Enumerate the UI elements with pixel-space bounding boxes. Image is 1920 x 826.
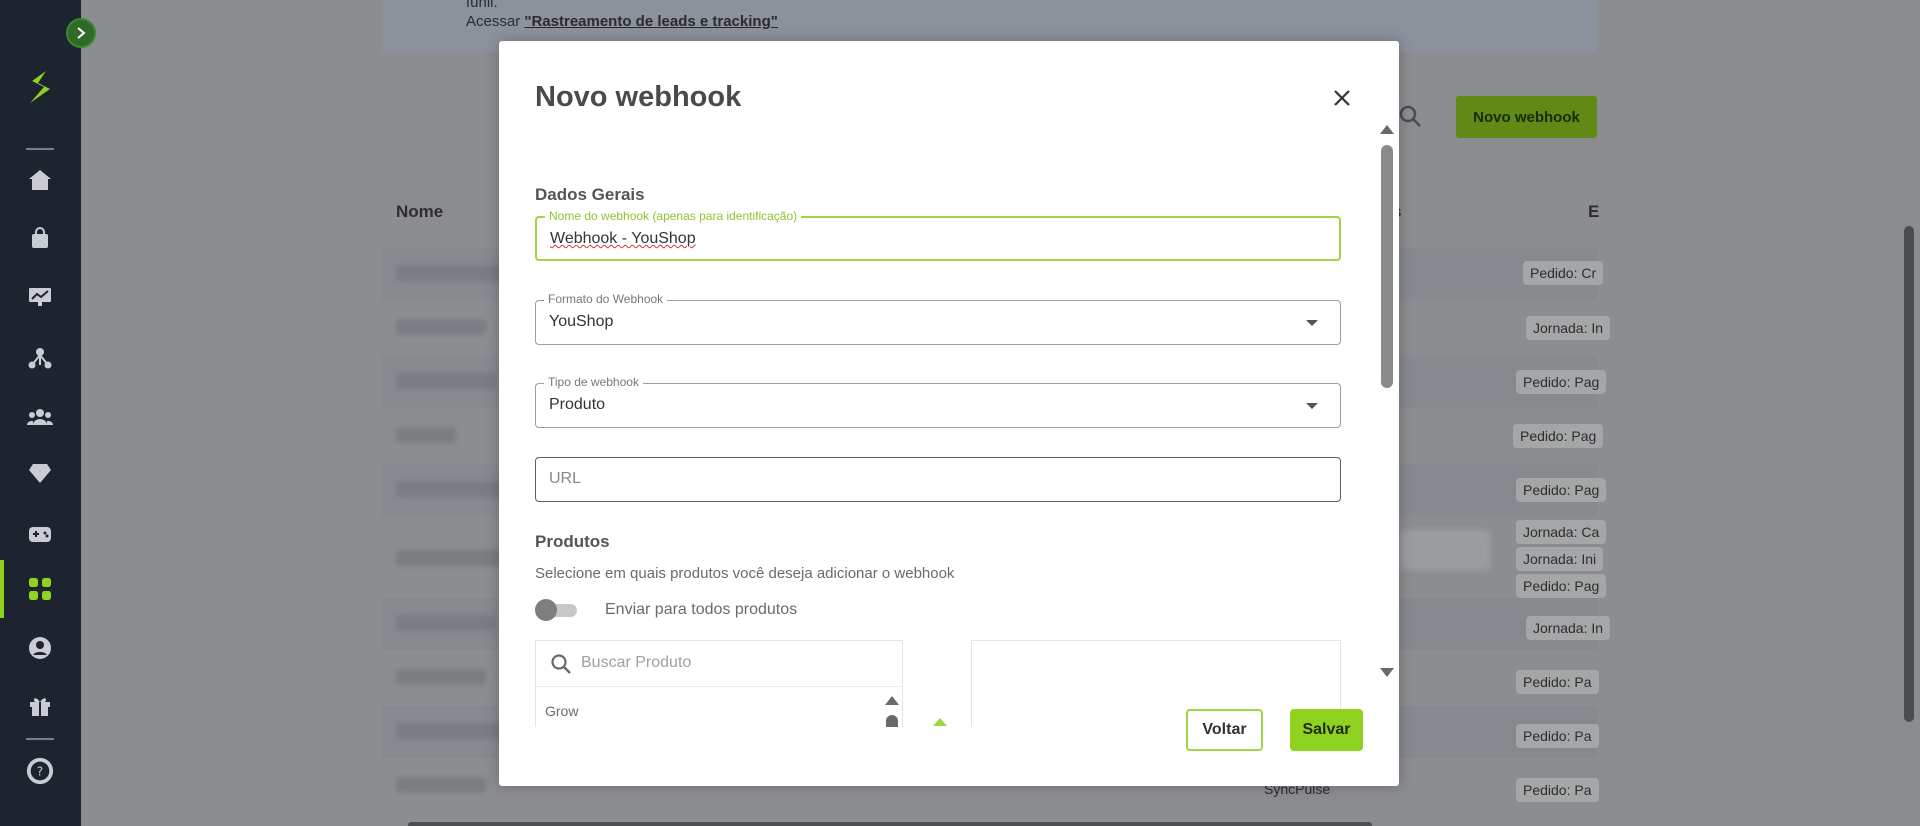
field-label: Nome do webhook (apenas para identificaç… — [545, 209, 802, 223]
scroll-up-icon[interactable] — [1380, 125, 1394, 134]
field-value: Produto — [549, 396, 606, 413]
gift-icon[interactable] — [26, 692, 54, 720]
status-tag: Pedido: Pa — [1516, 724, 1599, 748]
sidebar-divider — [26, 738, 54, 740]
save-button[interactable]: Salvar — [1290, 709, 1363, 751]
modal-scrollbar-thumb[interactable] — [1381, 145, 1393, 388]
network-icon[interactable] — [26, 344, 54, 372]
status-tag: Jornada: In — [1526, 316, 1611, 340]
list-item[interactable]: Grow — [545, 703, 578, 719]
webhook-name-field[interactable]: Nome do webhook (apenas para identificaç… — [535, 209, 1341, 261]
products-description: Selecione em quais produtos você deseja … — [535, 565, 955, 582]
status-tag: Jornada: Ini — [1516, 547, 1604, 571]
column-header-partial: E — [1588, 202, 1600, 221]
scroll-up-icon[interactable] — [885, 696, 899, 705]
status-tag: Pedido: Cr — [1523, 261, 1604, 285]
section-title-products: Produtos — [535, 532, 610, 551]
url-placeholder: URL — [549, 470, 582, 487]
selected-products-list — [971, 640, 1341, 727]
status-tag: Pedido: Pag — [1516, 370, 1607, 394]
svg-text:?: ? — [37, 765, 43, 779]
modal-form: Dados Gerais Nome do webhook (apenas par… — [535, 135, 1345, 727]
help-icon[interactable]: ? — [26, 757, 54, 785]
page-scrollbar-thumb[interactable] — [1904, 226, 1914, 722]
new-webhook-modal: Novo webhook Dados Gerais Nome do webhoo… — [499, 41, 1399, 786]
back-button[interactable]: Voltar — [1186, 709, 1263, 751]
search-placeholder: Buscar Produto — [581, 654, 692, 671]
page-scrollbar[interactable] — [1899, 0, 1920, 826]
shopping-bag-icon[interactable] — [26, 224, 54, 252]
status-tag: Jornada: Ca — [1516, 520, 1607, 544]
status-tag: Jornada: In — [1526, 616, 1611, 640]
status-tag: Pedido: Pag — [1513, 424, 1604, 448]
home-icon[interactable] — [26, 166, 54, 194]
modal-title: Novo webhook — [535, 81, 742, 113]
apps-grid-icon[interactable] — [26, 575, 54, 603]
column-header-name[interactable]: Nome — [396, 202, 443, 222]
users-icon[interactable] — [26, 403, 54, 431]
product-search-input[interactable]: Buscar Produto — [536, 641, 902, 687]
field-value[interactable]: Webhook - YouShop — [550, 230, 696, 248]
banner-link[interactable]: "Rastreamento de leads e tracking" — [524, 13, 777, 30]
status-tag: Pedido: Pag — [1516, 478, 1607, 502]
chevron-down-icon[interactable] — [1306, 403, 1318, 409]
horizontal-scrollbar[interactable] — [408, 822, 1372, 826]
brand-logo-icon[interactable] — [24, 70, 56, 104]
sidebar: ? — [0, 0, 81, 826]
status-tag: Pedido: Pa — [1516, 778, 1599, 802]
webhook-format-select[interactable]: Formato do Webhook YouShop — [535, 292, 1341, 345]
new-webhook-button[interactable]: Novo webhook — [1456, 96, 1597, 138]
chevron-down-icon[interactable] — [1306, 320, 1318, 326]
field-label: Formato do Webhook — [544, 292, 668, 306]
field-value: YouShop — [549, 313, 614, 330]
toggle-knob — [535, 599, 557, 621]
section-title-general: Dados Gerais — [535, 185, 645, 204]
search-icon — [550, 653, 572, 680]
diamond-icon[interactable] — [26, 459, 54, 487]
status-tag: Pedido: Pag — [1516, 574, 1607, 598]
game-controller-icon[interactable] — [26, 520, 54, 548]
send-all-products-toggle[interactable] — [535, 599, 577, 621]
available-products-list: Buscar Produto Grow — [535, 640, 903, 727]
search-icon[interactable] — [1398, 104, 1422, 133]
url-input[interactable]: URL — [535, 457, 1341, 502]
status-tag: Pedido: Pa — [1516, 670, 1599, 694]
active-indicator — [0, 560, 4, 618]
banner-text: funil. — [466, 0, 498, 11]
transfer-arrow-icon[interactable] — [933, 718, 947, 726]
scroll-down-icon[interactable] — [1380, 668, 1394, 677]
toggle-label: Enviar para todos produtos — [605, 601, 798, 618]
blurred-cell — [1400, 530, 1490, 570]
close-icon[interactable] — [1329, 85, 1355, 111]
sidebar-divider — [26, 148, 54, 150]
webhook-type-select[interactable]: Tipo de webhook Produto — [535, 375, 1341, 428]
account-circle-icon[interactable] — [26, 634, 54, 662]
list-scrollbar-thumb[interactable] — [886, 715, 898, 727]
sidebar-expand-button[interactable] — [66, 18, 96, 48]
dashboard-chart-icon[interactable] — [26, 283, 54, 311]
field-label: Tipo de webhook — [544, 375, 643, 389]
banner-text: Acessar "Rastreamento de leads e trackin… — [466, 13, 778, 30]
